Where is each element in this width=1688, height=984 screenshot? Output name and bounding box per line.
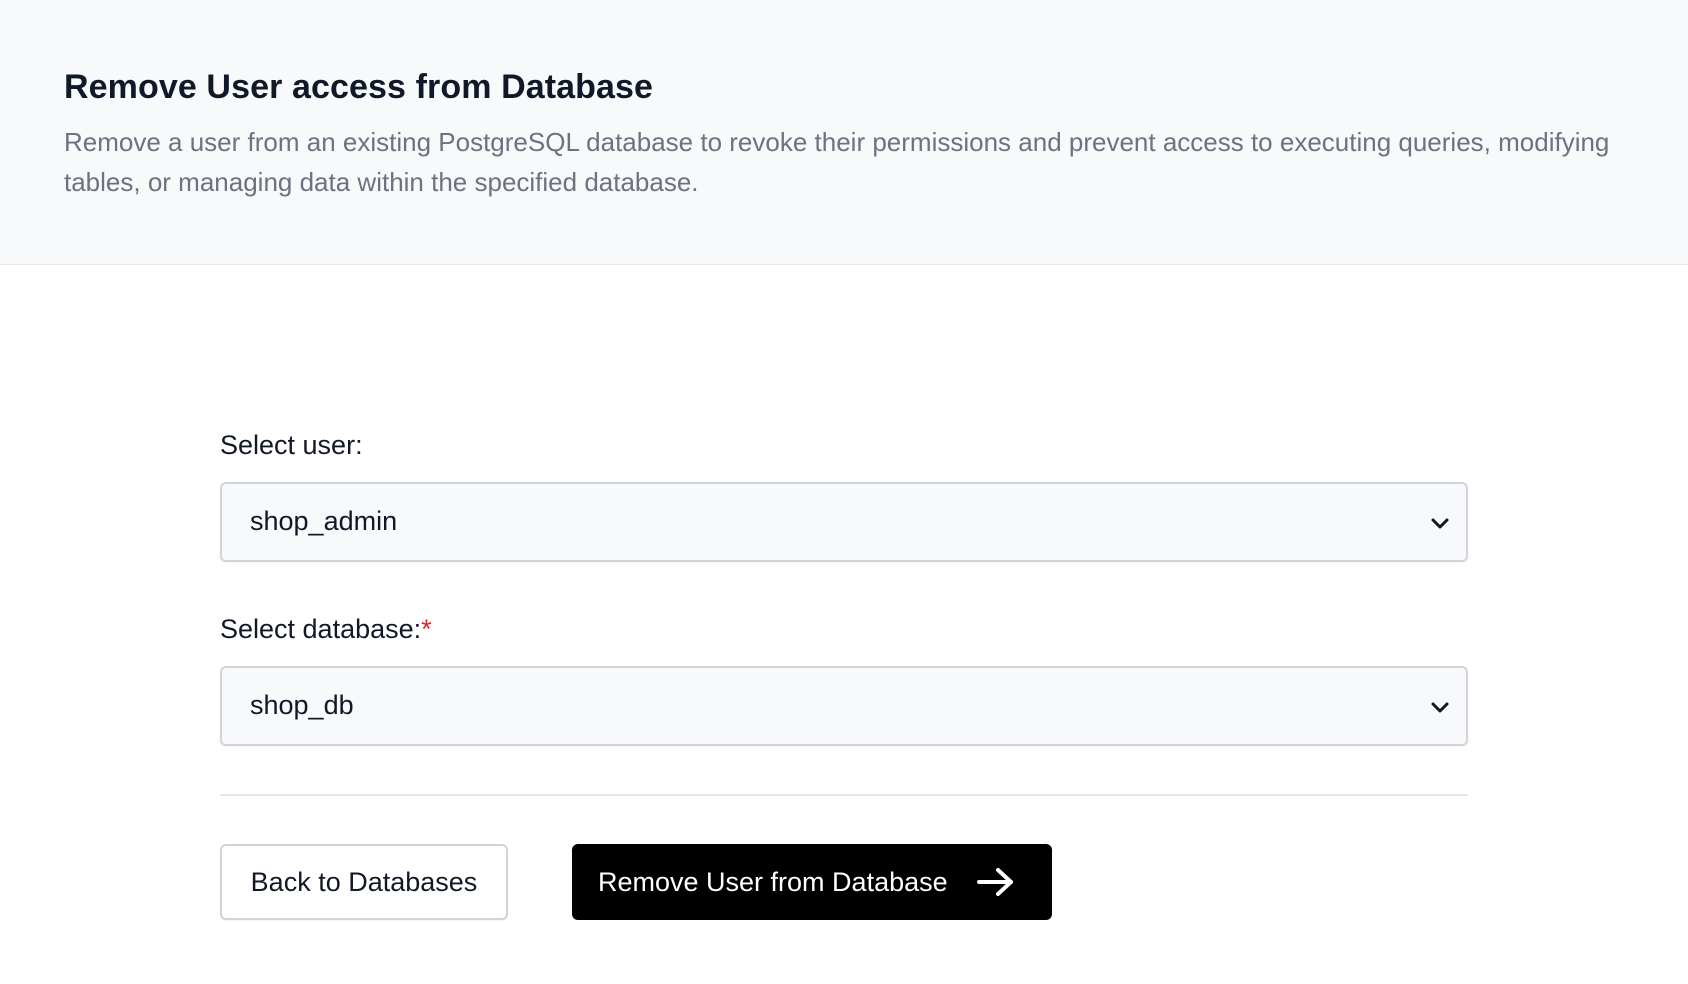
page-header: Remove User access from Database Remove … xyxy=(0,0,1688,265)
arrow-right-icon xyxy=(976,868,1013,896)
select-user-label-text: Select user: xyxy=(220,430,363,460)
select-database-label: Select database:* xyxy=(220,614,432,645)
select-database-label-text: Select database: xyxy=(220,614,422,644)
back-to-databases-button[interactable]: Back to Databases xyxy=(220,844,508,920)
select-user-label: Select user: xyxy=(220,430,363,461)
page-description: Remove a user from an existing PostgreSQ… xyxy=(64,127,1610,197)
form-divider xyxy=(220,794,1468,796)
select-user-value: shop_admin xyxy=(250,506,398,536)
page-title: Remove User access from Database xyxy=(64,68,654,106)
required-marker: * xyxy=(421,614,432,644)
remove-user-button[interactable]: Remove User from Database xyxy=(572,844,1052,920)
select-user-dropdown[interactable]: shop_admin xyxy=(220,482,1468,562)
chevron-down-icon xyxy=(1431,518,1449,529)
select-database-dropdown[interactable]: shop_db xyxy=(220,666,1468,746)
remove-user-button-label: Remove User from Database xyxy=(598,866,948,897)
chevron-down-icon xyxy=(1431,702,1449,713)
select-database-value: shop_db xyxy=(250,690,354,720)
